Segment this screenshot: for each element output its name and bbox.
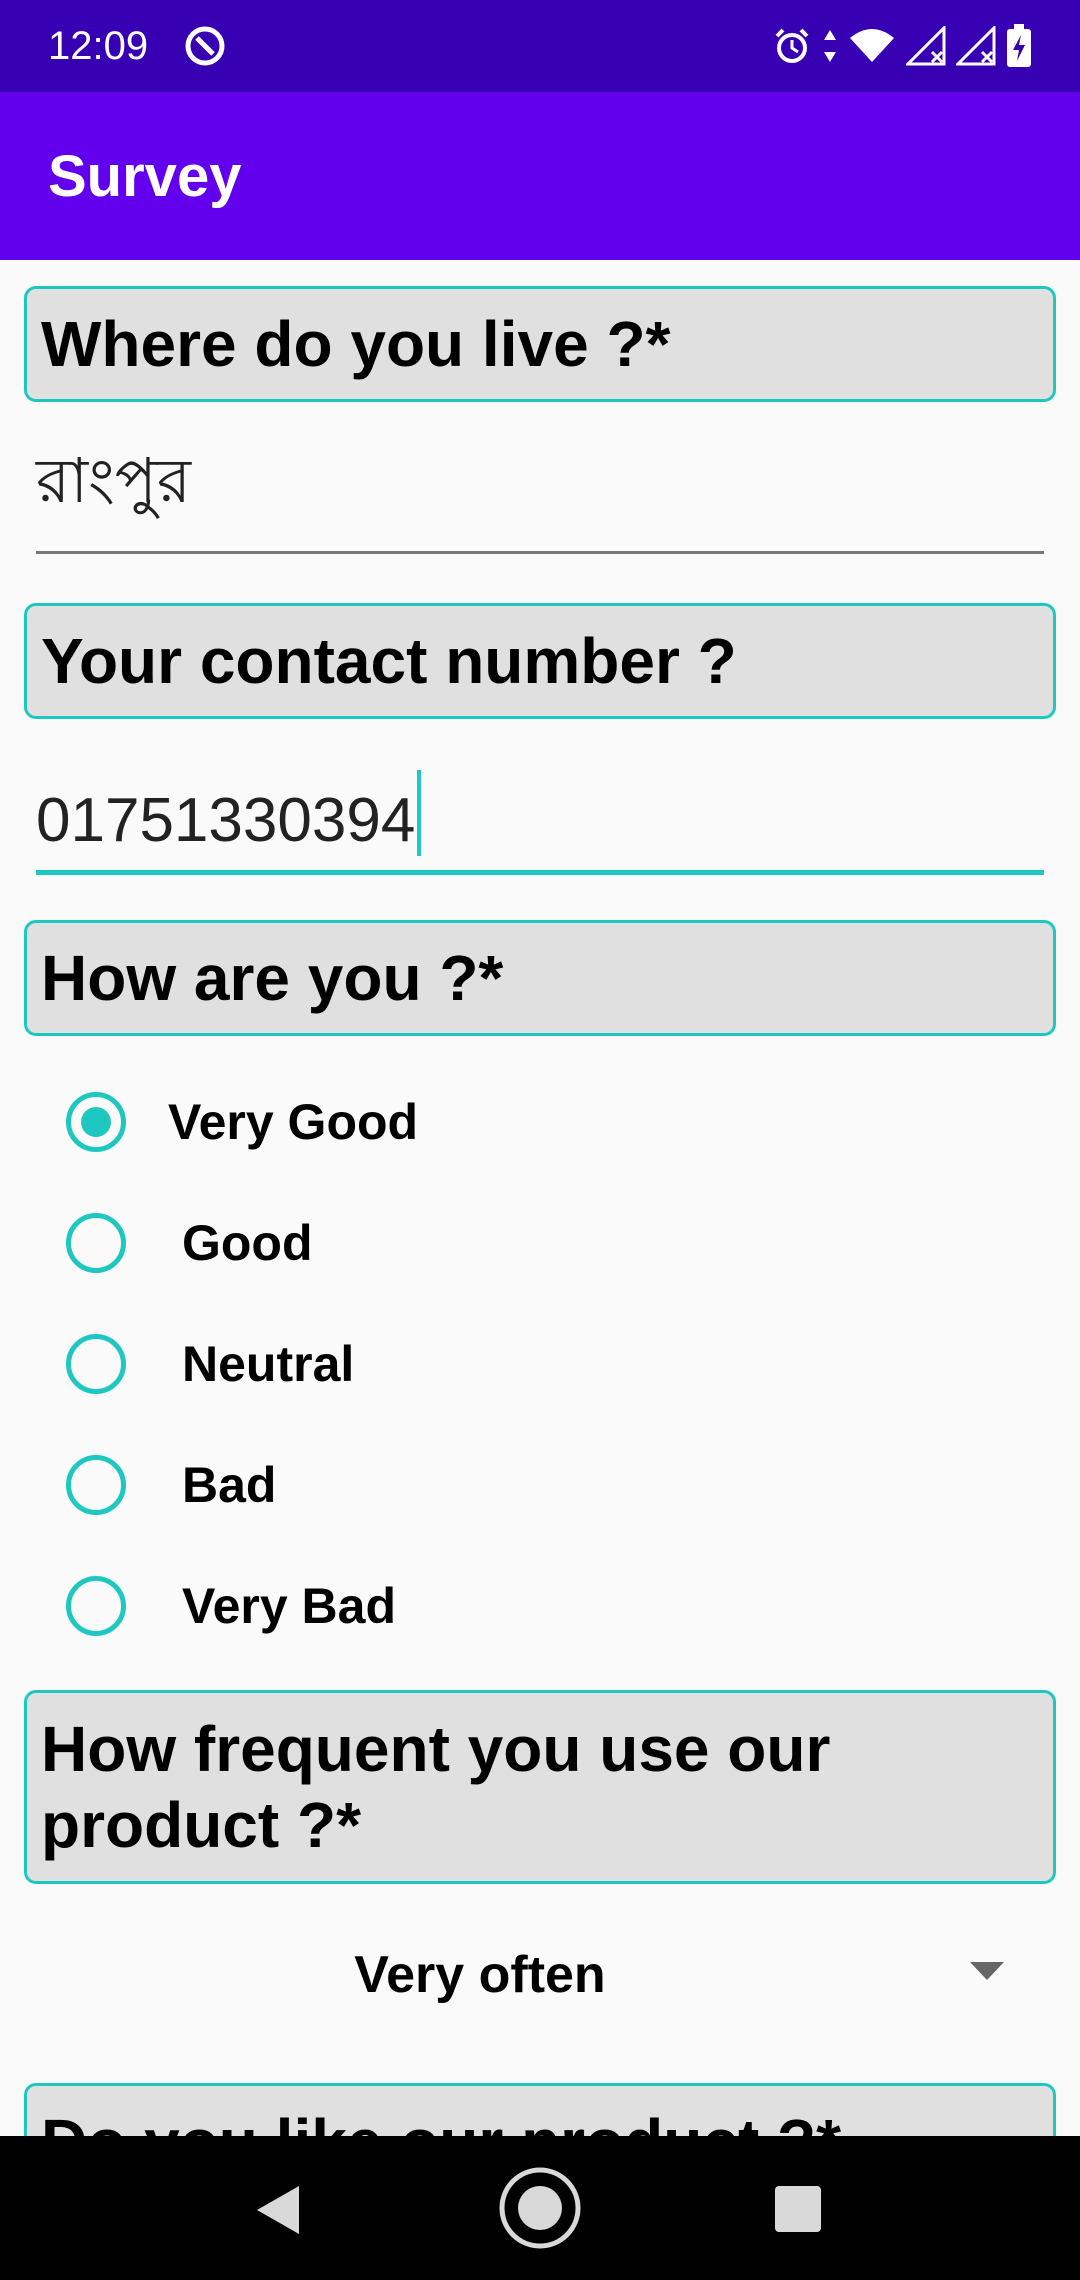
radio-button[interactable] <box>66 1334 126 1394</box>
survey-form[interactable]: Where do you live ?* রাংপুর Your contact… <box>0 260 1080 2136</box>
app-bar: Survey <box>0 92 1080 260</box>
radio-very-good[interactable]: Very Good <box>66 1082 418 1162</box>
frequency-dropdown[interactable]: Very often <box>24 1920 1056 2030</box>
data-saver-icon <box>182 23 228 69</box>
signal-icon <box>906 26 946 66</box>
radio-button-checked[interactable] <box>66 1092 126 1152</box>
app-title: Survey <box>48 143 242 209</box>
question-label: How are you ?* <box>41 942 504 1014</box>
location-input[interactable]: রাংপুর <box>36 444 1044 554</box>
radio-label: Very Bad <box>182 1578 397 1634</box>
dropdown-arrow-icon <box>970 1962 1004 1980</box>
question-how-frequent: How frequent you use our product ?* <box>24 1690 1056 1884</box>
text-cursor <box>417 770 422 856</box>
recents-icon[interactable] <box>775 2186 821 2237</box>
question-label: Your contact number ? <box>41 625 737 697</box>
radio-button[interactable] <box>66 1576 126 1636</box>
radio-button[interactable] <box>66 1455 126 1515</box>
question-do-you-like: Do you like our product ?* <box>24 2083 1056 2136</box>
location-input-value: রাংপুর <box>36 444 191 517</box>
radio-label: Good <box>182 1215 313 1271</box>
question-label: How frequent you use our product ?* <box>41 1713 831 1861</box>
question-contact-number: Your contact number ? <box>24 603 1056 719</box>
question-how-are-you: How are you ?* <box>24 920 1056 1036</box>
wifi-icon: 4 <box>848 26 896 66</box>
home-icon[interactable] <box>498 2166 582 2255</box>
frequency-selected-value: Very often <box>354 1946 606 2004</box>
navigation-bar <box>0 2136 1080 2280</box>
data-arrows-icon <box>822 26 838 66</box>
question-where-do-you-live: Where do you live ?* <box>24 286 1056 402</box>
radio-button[interactable] <box>66 1213 126 1273</box>
status-time: 12:09 <box>48 23 149 68</box>
radio-neutral[interactable]: Neutral <box>66 1324 354 1404</box>
alarm-icon <box>772 26 812 66</box>
back-icon[interactable] <box>255 2184 301 2241</box>
radio-good[interactable]: Good <box>66 1203 313 1283</box>
battery-charging-icon <box>1006 24 1032 68</box>
status-icons: 4 <box>772 24 1032 68</box>
signal-icon <box>956 26 996 66</box>
question-label: Do you like our product ?* <box>41 2104 841 2136</box>
contact-number-value: 01751330394 <box>36 786 416 855</box>
radio-label: Neutral <box>182 1336 355 1392</box>
contact-number-input[interactable]: 01751330394 <box>36 765 1044 875</box>
radio-bad[interactable]: Bad <box>66 1445 276 1525</box>
radio-label: Very Good <box>168 1094 419 1150</box>
radio-very-bad[interactable]: Very Bad <box>66 1566 396 1646</box>
wifi-badge: 4 <box>885 46 894 63</box>
status-bar: 12:09 4 <box>0 0 1080 92</box>
question-label: Where do you live ?* <box>41 308 671 380</box>
radio-dot <box>81 1107 111 1137</box>
radio-label: Bad <box>182 1457 277 1513</box>
